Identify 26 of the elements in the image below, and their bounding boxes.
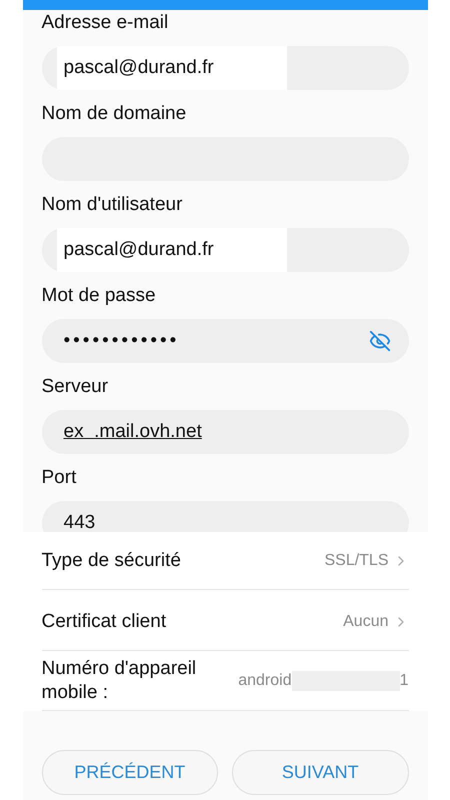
field-label: Port <box>42 467 76 489</box>
row-value: SSL/TLS <box>324 550 388 570</box>
field-value: pascal@durand.fr <box>56 228 286 272</box>
row-label: Certificat client <box>42 610 168 634</box>
field-label: Mot de passe <box>42 285 156 307</box>
row-value: android <box>238 670 292 690</box>
field-label: Nom de domaine <box>42 103 186 125</box>
field-value: •••••••••••• <box>62 329 180 353</box>
field-value: pascal@durand.fr <box>56 46 286 90</box>
settings-row[interactable]: Type de sécurité SSL/TLS <box>42 532 408 590</box>
password-field[interactable]: •••••••••••• <box>42 319 408 363</box>
input-field[interactable]: pascal@durand.fr <box>42 46 408 90</box>
row-value: 1 <box>400 670 408 690</box>
field-label: Nom d'utilisateur <box>42 194 182 216</box>
settings-row[interactable]: Certificat client Aucun <box>42 593 408 651</box>
input-field[interactable]: 443 <box>42 501 408 532</box>
field-value: 443 <box>62 511 96 532</box>
input-field[interactable]: pascal@durand.fr <box>42 228 408 272</box>
eye-off-icon[interactable] <box>368 330 390 352</box>
input-field[interactable]: ex .mail.ovh.net <box>42 410 408 454</box>
row-label: Type de sécurité <box>42 548 182 572</box>
field-value: ex .mail.ovh.net <box>62 420 202 444</box>
row-label: Numéro d'appareil mobile : <box>42 656 198 704</box>
field-label: Serveur <box>42 376 108 398</box>
field-label: Adresse e-mail <box>42 12 168 34</box>
row-value: Aucun <box>343 612 388 632</box>
